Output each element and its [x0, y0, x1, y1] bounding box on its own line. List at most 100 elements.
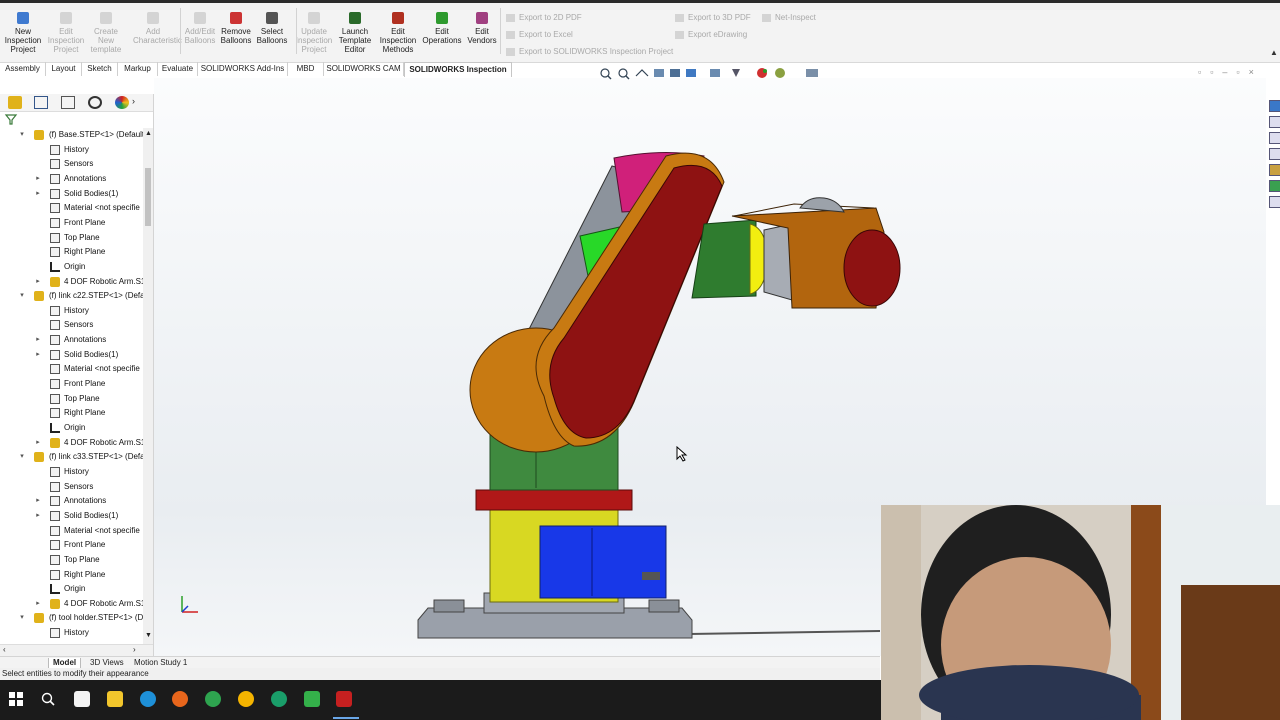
tab-solidworks-inspection[interactable]: SOLIDWORKS Inspection [404, 62, 512, 77]
export-edrawing-button[interactable]: Export eDrawing [675, 30, 747, 39]
tree-scroll-thumb[interactable] [145, 168, 151, 226]
tree-node-feature[interactable]: ▸ Annotations [0, 333, 143, 347]
tree-node-feature[interactable]: ▸ 4 DOF Robotic Arm.S1 [0, 436, 143, 450]
edge-browser-icon[interactable] [140, 691, 156, 707]
expand-icon[interactable]: ▸ [34, 597, 42, 611]
bottom-tab-motion-study-1[interactable]: Motion Study 1 [130, 658, 191, 668]
tree-node-feature[interactable]: History [0, 143, 143, 157]
tree-node-feature[interactable]: Material <not specifie [0, 362, 143, 376]
display-style-icon[interactable] [710, 69, 720, 77]
tree-node-feature[interactable]: History [0, 304, 143, 318]
sw-forum-icon[interactable] [1269, 196, 1280, 208]
remove-balloons-button[interactable]: Remove Balloons [216, 10, 256, 45]
tree-node-feature[interactable]: ▸ Solid Bodies(1) [0, 187, 143, 201]
scroll-up-icon[interactable]: ▲ [145, 130, 152, 137]
expand-icon[interactable]: ▸ [34, 187, 42, 201]
tree-node-feature[interactable]: Top Plane [0, 231, 143, 245]
base-servo-blue[interactable] [539, 525, 667, 599]
add-edit-balloons-button[interactable]: Add/Edit Balloons [180, 10, 220, 45]
tab-solidworks-add-ins[interactable]: SOLIDWORKS Add-Ins [198, 62, 288, 76]
tab-sketch[interactable]: Sketch [82, 62, 118, 76]
file-explorer-icon[interactable] [1269, 132, 1280, 144]
tree-node-feature[interactable]: Front Plane [0, 377, 143, 391]
tree-node-feature[interactable]: Right Plane [0, 568, 143, 582]
scroll-down-icon[interactable]: ▼ [145, 632, 152, 639]
sw-resources-icon[interactable] [1269, 100, 1280, 112]
expand-icon[interactable]: ▸ [34, 494, 42, 508]
dynamic-annotation-icon[interactable] [670, 69, 680, 77]
expand-icon[interactable]: ▸ [34, 333, 42, 347]
design-library-icon[interactable] [1269, 116, 1280, 128]
edit-vendors-button[interactable]: Edit Vendors [462, 10, 502, 45]
tree-node-feature[interactable]: History [0, 465, 143, 479]
tree-node-feature[interactable]: Top Plane [0, 392, 143, 406]
previous-view-icon[interactable] [635, 69, 649, 77]
tab-layout[interactable]: Layout [46, 62, 82, 76]
tree-node-feature[interactable]: Origin [0, 582, 143, 596]
feature-manager-tab-icon[interactable] [8, 96, 22, 109]
tree-node-feature[interactable]: History [0, 626, 143, 640]
zoom-to-fit-icon[interactable] [600, 68, 612, 80]
add-characteristic-button[interactable]: Add Characteristic [133, 10, 182, 45]
tree-node-part[interactable]: ▾ (f) tool holder.STEP<1> (D [0, 611, 143, 625]
dimxpert-tab-icon[interactable] [88, 96, 102, 109]
view-palette-icon[interactable] [1269, 148, 1280, 160]
scroll-left-icon[interactable]: ‹ [3, 645, 6, 654]
heads-up-view-toolbar[interactable] [598, 66, 838, 80]
app-yellow-icon[interactable] [238, 691, 254, 707]
tree-node-feature[interactable]: Top Plane [0, 553, 143, 567]
windows-start-icon[interactable] [8, 691, 24, 707]
collapse-icon[interactable]: ▾ [18, 611, 26, 625]
scroll-right-icon[interactable]: › [133, 645, 136, 654]
tree-node-feature[interactable]: ▸ Annotations [0, 494, 143, 508]
edit-inspection-methods-button[interactable]: Edit Inspection Methods [378, 10, 418, 54]
appearances-icon[interactable] [1269, 164, 1280, 176]
expand-icon[interactable]: ▸ [34, 172, 42, 186]
tree-node-feature[interactable]: Origin [0, 260, 143, 274]
tree-node-part[interactable]: ▾ (f) Base.STEP<1> (Default< [0, 128, 143, 142]
tree-node-feature[interactable]: ▸ Solid Bodies(1) [0, 509, 143, 523]
create-new-template-button[interactable]: Create New template [86, 10, 126, 54]
firefox-icon[interactable] [172, 691, 188, 707]
expand-icon[interactable]: ▸ [34, 509, 42, 523]
expand-icon[interactable]: ▸ [34, 436, 42, 450]
tree-node-feature[interactable]: ▸ 4 DOF Robotic Arm.S1 [0, 597, 143, 611]
launch-template-editor-button[interactable]: Launch Template Editor [335, 10, 375, 54]
net-inspect-button[interactable]: Net-Inspect [762, 13, 816, 22]
tree-node-feature[interactable]: Sensors [0, 480, 143, 494]
export-sw-inspection-button[interactable]: Export to SOLIDWORKS Inspection Project [506, 47, 673, 56]
export-3d-pdf-button[interactable]: Export to 3D PDF [675, 13, 751, 22]
gripper-gray[interactable] [799, 197, 845, 213]
search-icon[interactable] [40, 691, 56, 707]
custom-properties-icon[interactable] [1269, 180, 1280, 192]
section-view-icon[interactable] [654, 69, 664, 77]
tree-node-feature[interactable]: Sensors [0, 318, 143, 332]
collapse-icon[interactable]: ▾ [18, 450, 26, 464]
tab-markup[interactable]: Markup [118, 62, 158, 76]
tab-solidworks-cam[interactable]: SOLIDWORKS CAM [324, 62, 404, 76]
tree-node-feature[interactable]: Front Plane [0, 538, 143, 552]
tree-node-part[interactable]: ▾ (f) link c22.STEP<1> (Defa [0, 289, 143, 303]
tree-node-feature[interactable]: Sensors [0, 157, 143, 171]
configuration-manager-tab-icon[interactable] [61, 96, 75, 109]
tree-node-feature[interactable]: Material <not specifie [0, 524, 143, 538]
tree-node-feature[interactable]: Right Plane [0, 245, 143, 259]
tree-node-feature[interactable]: Right Plane [0, 406, 143, 420]
edit-operations-button[interactable]: Edit Operations [422, 10, 462, 45]
spreadsheet-icon[interactable] [304, 691, 320, 707]
end-cap-red[interactable] [843, 229, 901, 307]
tab-assembly[interactable]: Assembly [0, 62, 46, 76]
tree-node-feature[interactable]: ▸ 4 DOF Robotic Arm.S1 [0, 275, 143, 289]
filter-icon[interactable] [4, 112, 18, 126]
new-inspection-project-button[interactable]: New Inspection Project [3, 10, 43, 54]
tab-evaluate[interactable]: Evaluate [158, 62, 198, 76]
view-orientation-icon[interactable] [686, 69, 696, 77]
store-icon[interactable] [74, 691, 90, 707]
export-excel-button[interactable]: Export to Excel [506, 30, 573, 39]
bottom-tab-3d-views[interactable]: 3D Views [86, 658, 128, 668]
display-manager-tab-icon[interactable] [115, 96, 129, 109]
expand-icon[interactable]: ▸ [34, 348, 42, 362]
zoom-to-area-icon[interactable] [618, 68, 630, 80]
property-manager-tab-icon[interactable] [34, 96, 48, 109]
collapse-ribbon-icon[interactable]: ▲ [1270, 48, 1278, 57]
